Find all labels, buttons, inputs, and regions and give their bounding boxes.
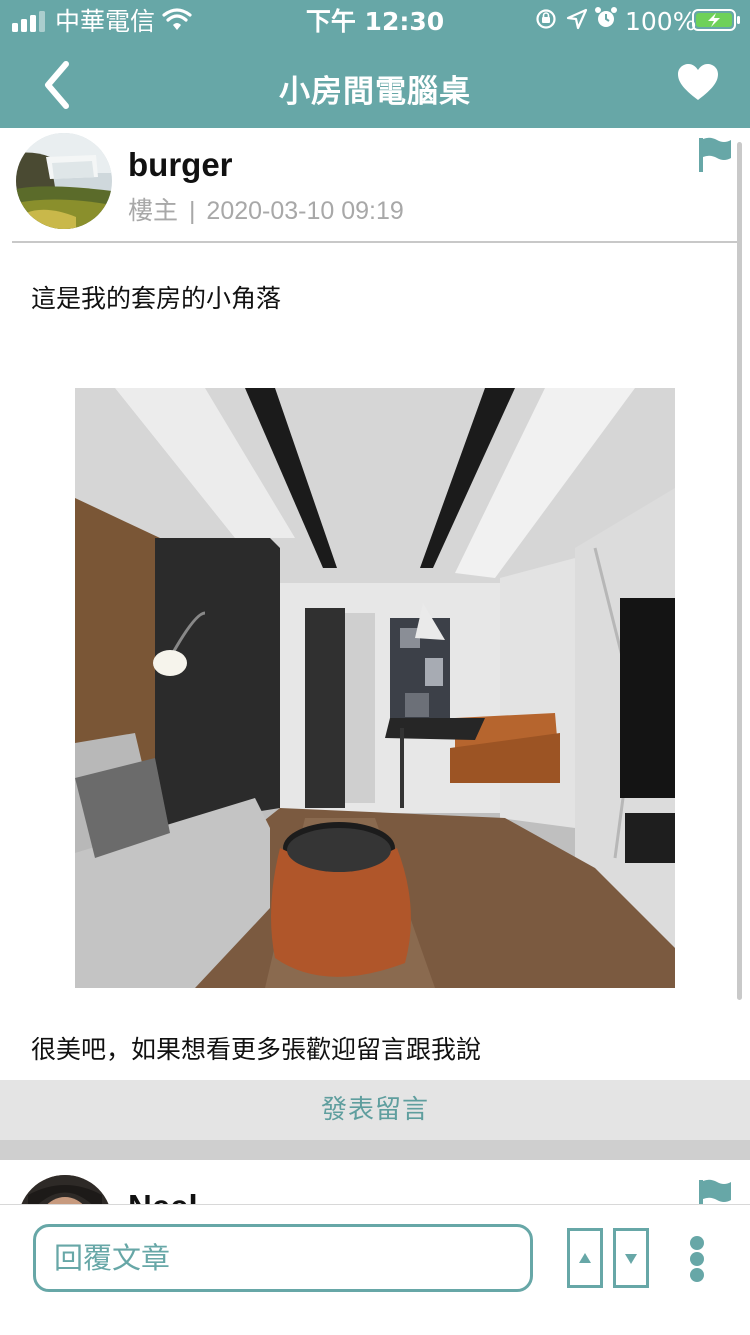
waterfall-avatar-image bbox=[16, 133, 112, 229]
triangle-up-icon bbox=[579, 1253, 591, 1263]
post-author-name[interactable]: burger bbox=[128, 146, 233, 184]
post-header-divider bbox=[12, 241, 738, 243]
app-header: 中華電信 下午 12:30 100% 小房間電腦桌 bbox=[0, 0, 750, 128]
previous-post-button[interactable] bbox=[567, 1228, 603, 1288]
post-timestamp: 2020-03-10 09:19 bbox=[206, 197, 404, 225]
reply-input[interactable] bbox=[33, 1224, 533, 1292]
favorite-button[interactable] bbox=[676, 62, 720, 102]
location-arrow-icon bbox=[566, 8, 588, 30]
post-separator bbox=[0, 1140, 750, 1160]
post-meta: 樓主 | 2020-03-10 09:19 bbox=[128, 191, 404, 227]
scrollbar[interactable] bbox=[737, 142, 742, 1000]
interior-room-photo bbox=[75, 388, 675, 988]
dot-icon bbox=[690, 1268, 704, 1282]
orientation-lock-icon bbox=[536, 9, 556, 29]
next-post-button[interactable] bbox=[613, 1228, 649, 1288]
avatar[interactable] bbox=[16, 133, 112, 229]
page-title: 小房間電腦桌 bbox=[279, 74, 471, 110]
post-image[interactable] bbox=[75, 388, 675, 988]
flag-icon bbox=[699, 137, 731, 172]
heart-icon bbox=[678, 64, 718, 100]
dot-icon bbox=[690, 1236, 704, 1250]
alarm-icon bbox=[595, 7, 617, 27]
triangle-down-icon bbox=[625, 1254, 637, 1264]
battery-charging-icon bbox=[692, 9, 740, 31]
author-role-label: 樓主 bbox=[128, 197, 179, 225]
meta-separator: | bbox=[188, 197, 196, 225]
post-text: 很美吧，如果想看更多張歡迎留言跟我說 bbox=[31, 1035, 482, 1064]
more-options-button[interactable] bbox=[676, 1228, 718, 1290]
dot-icon bbox=[690, 1252, 704, 1266]
report-button[interactable] bbox=[696, 136, 736, 174]
post-text: 這是我的套房的小角落 bbox=[31, 284, 282, 313]
battery-percent: 100% bbox=[625, 7, 697, 36]
add-comment-button[interactable]: 發表留言 bbox=[0, 1080, 750, 1140]
